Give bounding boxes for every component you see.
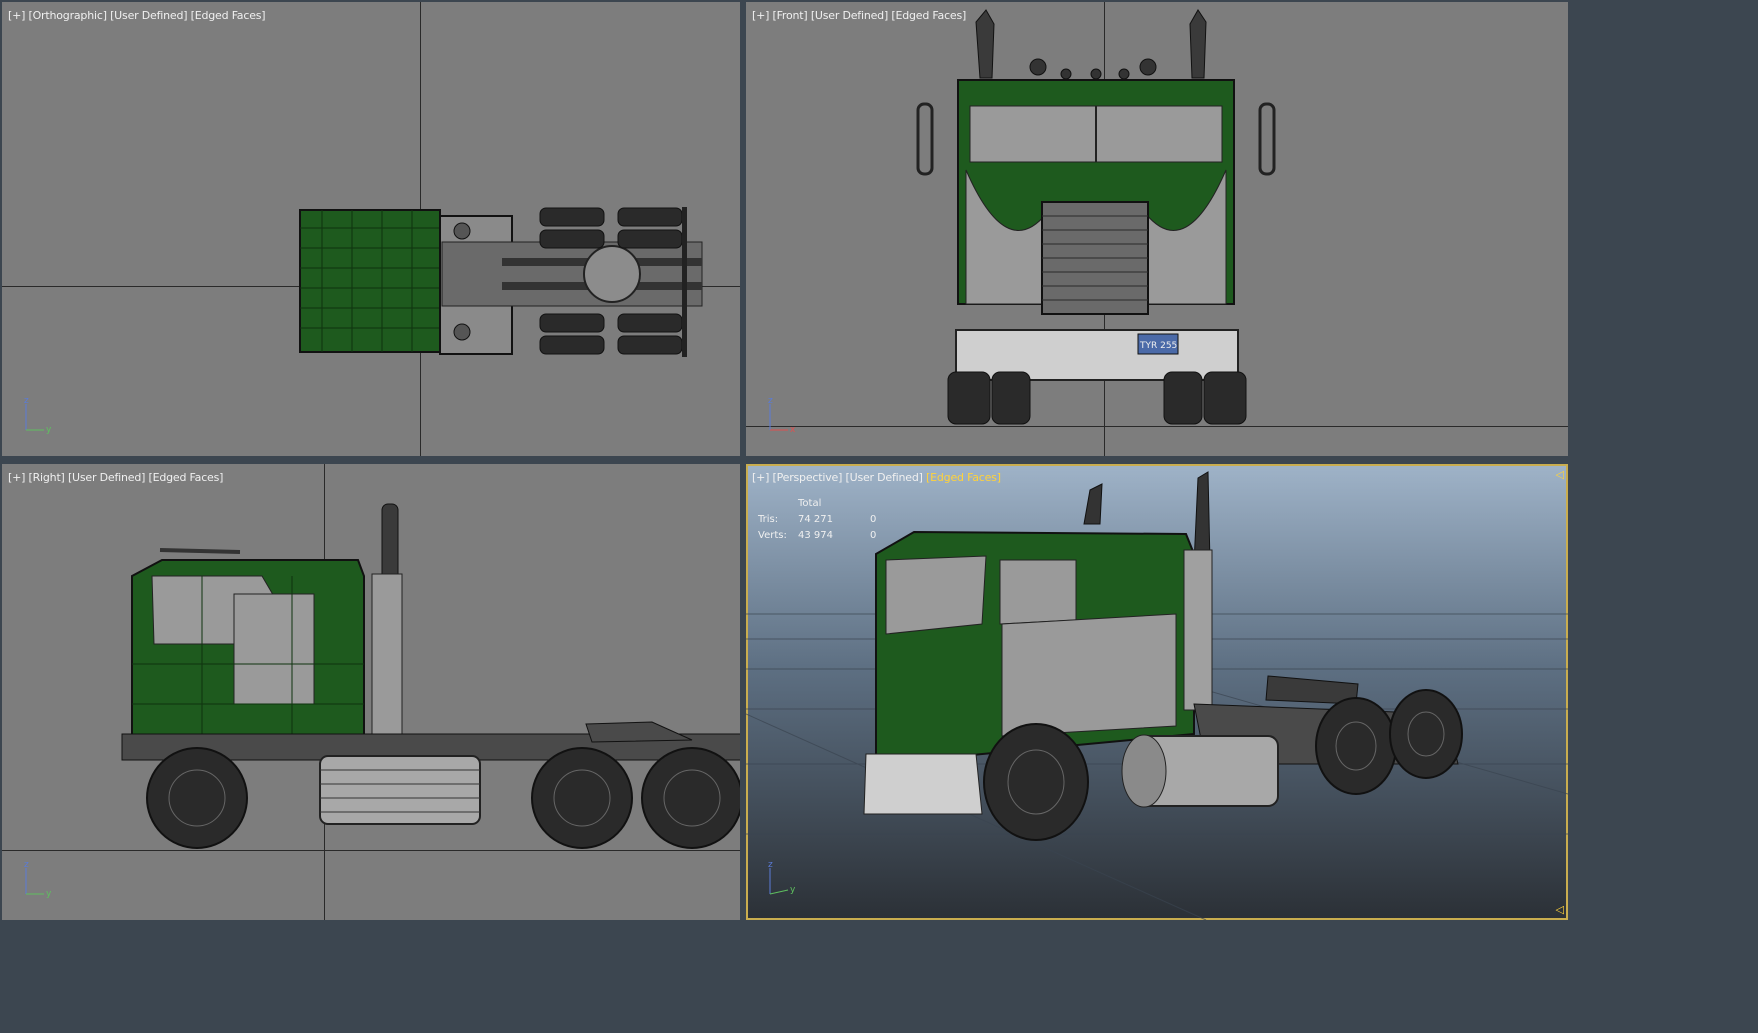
svg-text:x: x xyxy=(790,425,796,435)
svg-text:y: y xyxy=(46,425,52,435)
svg-text:z: z xyxy=(24,860,29,870)
svg-text:y: y xyxy=(46,889,52,899)
svg-text:z: z xyxy=(768,860,773,870)
svg-text:z: z xyxy=(768,396,773,406)
svg-text:z: z xyxy=(24,396,29,406)
truck-perspective-view xyxy=(746,471,1568,920)
viewport-right[interactable]: [+] [Right] [User Defined] [Edged Faces] xyxy=(2,464,740,920)
axis-gizmo: z y xyxy=(766,860,806,900)
svg-text:y: y xyxy=(790,885,796,895)
license-plate-text: TYR 255 xyxy=(1139,341,1177,351)
truck-side-view xyxy=(121,503,740,849)
axis-gizmo: z y xyxy=(22,396,62,436)
truck-front-view: TYR 255 xyxy=(916,9,1276,425)
axis-gizmo: z y xyxy=(22,860,62,900)
viewport-perspective[interactable]: [+] [Perspective] [User Defined] [Edged … xyxy=(746,464,1568,920)
viewport-orthographic[interactable]: [+] [Orthographic] [User Defined] [Edged… xyxy=(2,2,740,456)
truck-top-view xyxy=(299,207,703,357)
axis-gizmo: z x xyxy=(766,396,806,436)
viewport-front[interactable]: [+] [Front] [User Defined] [Edged Faces]… xyxy=(746,2,1568,456)
